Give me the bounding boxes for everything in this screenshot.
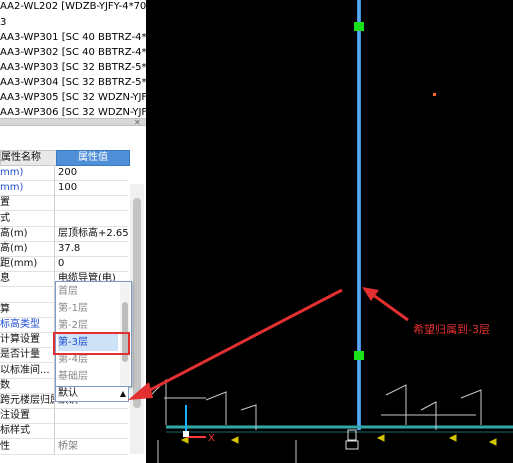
annotation-text: 希望归属到-3层 <box>413 323 490 336</box>
annotation-arrowhead-long <box>128 382 153 400</box>
overlay-arrows <box>128 288 343 400</box>
annotation-arrow-long <box>149 288 343 392</box>
